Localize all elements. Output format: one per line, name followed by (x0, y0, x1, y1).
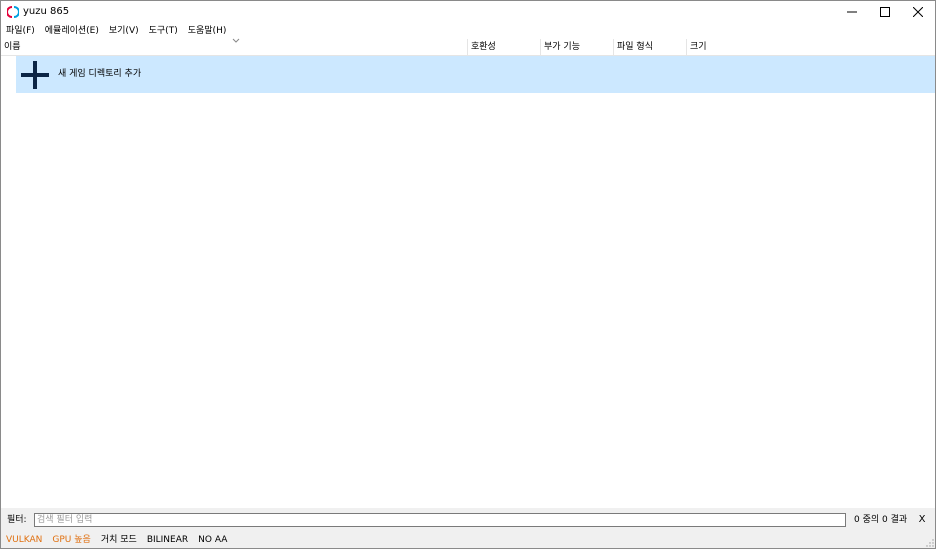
add-game-directory-row[interactable]: 새 게임 디렉토리 추가 (16, 56, 935, 93)
main-window: yuzu 865 파일(F) 에뮬레이션(E) 보기(V) 도구(T) 도움말(… (0, 0, 936, 549)
status-renderer[interactable]: VULKAN (1, 532, 47, 548)
maximize-icon (880, 7, 890, 17)
search-filter-input[interactable] (34, 513, 846, 527)
menu-view[interactable]: 보기(V) (104, 23, 144, 39)
game-list-header: 이름 호환성 부가 기능 파일 형식 크기 (1, 37, 935, 56)
clear-filter-button[interactable]: X (916, 513, 928, 527)
window-title: yuzu 865 (23, 6, 70, 17)
add-game-directory-label: 새 게임 디렉토리 추가 (58, 69, 142, 79)
column-addons[interactable]: 부가 기능 (541, 39, 614, 55)
filter-result-count: 0 중의 0 결과 (854, 515, 908, 525)
status-filter[interactable]: BILINEAR (142, 532, 193, 548)
minimize-button[interactable] (835, 1, 869, 23)
yuzu-logo-icon (6, 6, 20, 18)
menu-help[interactable]: 도움말(H) (183, 23, 232, 39)
plus-icon (20, 60, 50, 90)
column-file-type[interactable]: 파일 형식 (614, 39, 687, 55)
menu-bar: 파일(F) 에뮬레이션(E) 보기(V) 도구(T) 도움말(H) (1, 23, 935, 39)
title-bar[interactable]: yuzu 865 (1, 1, 935, 23)
status-antialiasing[interactable]: NO AA (193, 532, 232, 548)
column-compatibility[interactable]: 호환성 (468, 39, 541, 55)
menu-emulation[interactable]: 에뮬레이션(E) (40, 23, 104, 39)
close-button[interactable] (901, 1, 935, 23)
menu-file[interactable]: 파일(F) (1, 23, 40, 39)
status-bar: VULKAN GPU 높음 거치 모드 BILINEAR NO AA (1, 532, 935, 548)
status-dock-mode[interactable]: 거치 모드 (96, 532, 142, 548)
column-size[interactable]: 크기 (687, 39, 935, 55)
sort-chevron-icon (232, 37, 240, 43)
resize-grip-icon[interactable] (926, 539, 934, 547)
minimize-icon (847, 11, 857, 13)
filter-bar: 필터: 0 중의 0 결과 X (1, 508, 935, 532)
status-gpu-accuracy[interactable]: GPU 높음 (47, 532, 95, 548)
close-icon (913, 7, 923, 17)
filter-label: 필터: (7, 515, 27, 525)
menu-tools[interactable]: 도구(T) (144, 23, 183, 39)
maximize-button[interactable] (868, 1, 902, 23)
